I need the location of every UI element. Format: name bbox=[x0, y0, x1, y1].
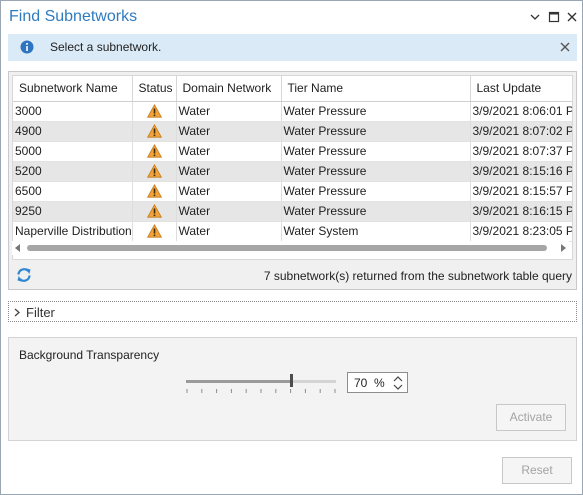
transparency-value[interactable]: 70 bbox=[354, 376, 367, 390]
slider-ticks bbox=[186, 389, 336, 393]
table-row[interactable]: 5000 Water Water Pressure 3/9/2021 8:07:37 … bbox=[13, 141, 572, 162]
info-icon bbox=[20, 40, 34, 54]
column-header-last-update[interactable]: Last Update bbox=[470, 76, 572, 102]
results-group: Subnetwork Name Status Domain Network Ti… bbox=[8, 71, 577, 290]
refresh-icon[interactable] bbox=[15, 266, 33, 284]
table-row[interactable]: 4900 Water Water Pressure 3/9/2021 8:07:02 … bbox=[13, 121, 572, 142]
maximize-icon[interactable] bbox=[546, 9, 562, 25]
find-subnetworks-pane: Find Subnetworks Select a subnetwork. Su… bbox=[0, 0, 583, 495]
table-row[interactable]: 3000 Water Water Pressure 3/9/2021 8:06:01 … bbox=[13, 101, 572, 122]
options-group: Background Transparency 70 % Activate bbox=[8, 337, 577, 441]
cell-status bbox=[132, 101, 177, 122]
spin-down-icon[interactable] bbox=[393, 384, 403, 391]
results-status-text: 7 subnetwork(s) returned from the subnet… bbox=[263, 269, 572, 283]
cell-tier-name: Water System bbox=[281, 221, 471, 242]
cell-domain-network: Water bbox=[176, 181, 282, 202]
table-row[interactable]: 5200 Water Water Pressure 3/9/2021 8:15:16 … bbox=[13, 161, 572, 182]
table-row[interactable]: 6500 Water Water Pressure 3/9/2021 8:15:57 … bbox=[13, 181, 572, 202]
spin-up-icon[interactable] bbox=[393, 375, 403, 382]
table-body: 3000 Water Water Pressure 3/9/2021 8:06:01 … bbox=[13, 101, 572, 242]
cell-subnetwork-name: Naperville Distribution bbox=[13, 221, 133, 242]
info-banner: Select a subnetwork. bbox=[8, 34, 577, 61]
column-header-subnetwork-name[interactable]: Subnetwork Name bbox=[13, 76, 133, 102]
cell-domain-network: Water bbox=[176, 141, 282, 162]
filter-expander[interactable]: Filter bbox=[8, 301, 577, 322]
cell-subnetwork-name: 5000 bbox=[13, 141, 133, 162]
chevron-right-icon bbox=[14, 308, 20, 317]
column-header-status[interactable]: Status bbox=[132, 76, 177, 102]
cell-tier-name: Water Pressure bbox=[281, 201, 471, 222]
transparency-spinbox[interactable]: 70 % bbox=[347, 372, 408, 393]
warning-icon bbox=[146, 104, 162, 119]
cell-last-update: 3/9/2021 8:06:01 PM bbox=[470, 101, 572, 122]
scrollbar-thumb[interactable] bbox=[27, 245, 547, 251]
cell-domain-network: Water bbox=[176, 221, 282, 242]
column-header-domain-network[interactable]: Domain Network bbox=[176, 76, 282, 102]
cell-tier-name: Water Pressure bbox=[281, 181, 471, 202]
cell-subnetwork-name: 9250 bbox=[13, 201, 133, 222]
dismiss-banner-icon[interactable] bbox=[559, 41, 571, 53]
column-header-tier-name[interactable]: Tier Name bbox=[281, 76, 471, 102]
banner-message: Select a subnetwork. bbox=[50, 40, 162, 54]
cell-status bbox=[132, 201, 177, 222]
cell-domain-network: Water bbox=[176, 161, 282, 182]
cell-last-update: 3/9/2021 8:07:37 PM bbox=[470, 141, 572, 162]
background-transparency-label: Background Transparency bbox=[19, 348, 160, 362]
warning-icon bbox=[146, 164, 162, 179]
activate-button[interactable]: Activate bbox=[496, 404, 566, 431]
warning-icon bbox=[146, 184, 162, 199]
table-row[interactable]: Naperville Distribution Water Water System… bbox=[13, 221, 572, 242]
chevron-down-icon[interactable] bbox=[527, 9, 543, 25]
cell-tier-name: Water Pressure bbox=[281, 161, 471, 182]
pane-title: Find Subnetworks bbox=[9, 8, 138, 25]
filter-label: Filter bbox=[26, 305, 55, 320]
cell-status bbox=[132, 121, 177, 142]
reset-button[interactable]: Reset bbox=[502, 457, 572, 484]
slider-thumb[interactable] bbox=[290, 374, 293, 387]
warning-icon bbox=[146, 144, 162, 159]
horizontal-scrollbar[interactable] bbox=[12, 241, 569, 255]
cell-status bbox=[132, 141, 177, 162]
close-icon[interactable] bbox=[564, 9, 580, 25]
cell-last-update: 3/9/2021 8:07:02 PM bbox=[470, 121, 572, 142]
cell-status bbox=[132, 181, 177, 202]
scroll-left-icon[interactable] bbox=[14, 244, 22, 252]
transparency-slider[interactable] bbox=[186, 372, 336, 394]
cell-tier-name: Water Pressure bbox=[281, 121, 471, 142]
table-header-row: Subnetwork Name Status Domain Network Ti… bbox=[13, 76, 572, 102]
warning-icon bbox=[146, 204, 162, 219]
table-row[interactable]: 9250 Water Water Pressure 3/9/2021 8:16:15 … bbox=[13, 201, 572, 222]
cell-domain-network: Water bbox=[176, 201, 282, 222]
cell-tier-name: Water Pressure bbox=[281, 101, 471, 122]
title-bar: Find Subnetworks bbox=[1, 1, 582, 33]
transparency-unit: % bbox=[374, 376, 385, 390]
warning-icon bbox=[146, 224, 162, 239]
warning-icon bbox=[146, 124, 162, 139]
cell-last-update: 3/9/2021 8:15:57 PM bbox=[470, 181, 572, 202]
cell-subnetwork-name: 4900 bbox=[13, 121, 133, 142]
cell-status bbox=[132, 161, 177, 182]
cell-last-update: 3/9/2021 8:16:15 PM bbox=[470, 201, 572, 222]
cell-last-update: 3/9/2021 8:23:05 PM bbox=[470, 221, 572, 242]
cell-domain-network: Water bbox=[176, 101, 282, 122]
cell-domain-network: Water bbox=[176, 121, 282, 142]
cell-subnetwork-name: 3000 bbox=[13, 101, 133, 122]
cell-tier-name: Water Pressure bbox=[281, 141, 471, 162]
cell-status bbox=[132, 221, 177, 242]
subnetwork-table: Subnetwork Name Status Domain Network Ti… bbox=[12, 75, 573, 260]
cell-subnetwork-name: 6500 bbox=[13, 181, 133, 202]
slider-fill bbox=[186, 380, 291, 383]
scroll-right-icon[interactable] bbox=[559, 244, 567, 252]
cell-subnetwork-name: 5200 bbox=[13, 161, 133, 182]
cell-last-update: 3/9/2021 8:15:16 PM bbox=[470, 161, 572, 182]
